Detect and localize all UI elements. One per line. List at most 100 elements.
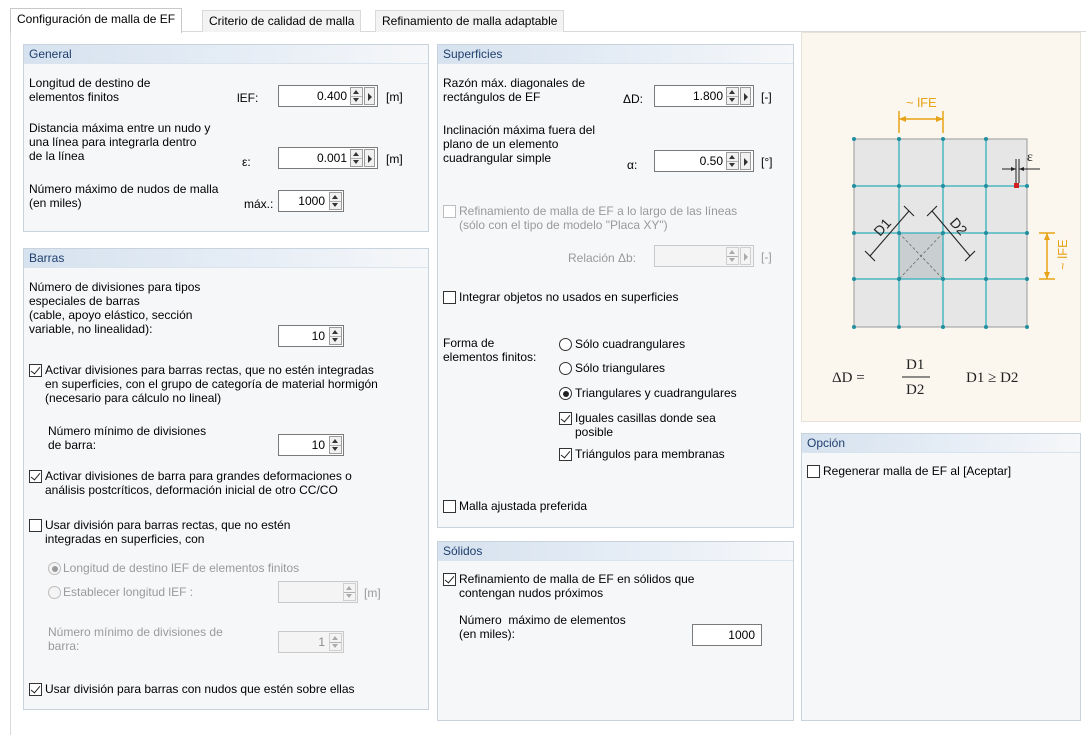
lfe-top-dimension — [898, 111, 944, 133]
max-distance-spinner[interactable]: 0.001 — [278, 147, 378, 169]
special-divisions-spinner[interactable]: 10 — [278, 325, 344, 347]
max-elements-input[interactable]: 1000 — [692, 624, 762, 646]
spin-updown-button[interactable] — [343, 583, 356, 601]
barras-title: Barras — [24, 249, 428, 268]
barras-group: Barras Número de divisiones para tipos e… — [23, 248, 429, 710]
shape-tri-radio[interactable] — [559, 362, 572, 375]
spin-updown-button[interactable] — [329, 633, 342, 651]
spin-arrow-button[interactable] — [740, 152, 751, 170]
regenerate-label: Regenerar malla de EF al [Aceptar] — [823, 464, 1012, 478]
max-nodes-symbol: máx.: — [244, 197, 274, 211]
target-length-value: 0.400 — [316, 89, 347, 103]
spin-updown-button[interactable] — [329, 192, 342, 210]
symbol-text: lEF: — [237, 91, 259, 105]
inclination-label: Inclinación máxima fuera del plano de un… — [443, 123, 596, 165]
shape-tri-label: Sólo triangulares — [575, 361, 666, 375]
tab-mesh-configuration[interactable]: Configuración de malla de EF — [10, 8, 183, 33]
set-length-radio-label: Establecer longitud lEF : — [63, 585, 194, 599]
triangles-membranes-checkbox[interactable] — [559, 448, 572, 461]
target-length-label: Longitud de destino de elementos finitos — [29, 76, 151, 104]
min-div-bar-value: 1 — [318, 635, 325, 649]
use-division-checkbox[interactable] — [29, 519, 42, 532]
inclination-value: 0.50 — [699, 154, 723, 168]
opcion-title: Opción — [802, 434, 1080, 453]
tab-adaptive-refinement[interactable]: Refinamiento de malla adaptable — [375, 10, 565, 32]
mesh-diagram-svg: ~ lFE ~ lFE ε D1 D2 ΔD = D1 D2 D1 ≥ D2 — [832, 95, 1070, 398]
large-deformation-checkbox[interactable] — [29, 470, 42, 483]
set-length-radio[interactable] — [48, 586, 61, 599]
tab-bar: Configuración de malla de EF Criterio de… — [10, 8, 1086, 33]
refine-lines-label: Refinamiento de malla de EF a lo largo d… — [459, 204, 738, 232]
diag-ratio-spinner[interactable]: 1.800 — [654, 85, 754, 107]
spin-arrow-button[interactable] — [740, 247, 751, 265]
spin-updown-button[interactable] — [329, 327, 342, 345]
integrate-unused-checkbox[interactable] — [443, 291, 456, 304]
equal-cells-label: Iguales casillas donde sea posible — [575, 411, 716, 439]
nodes-on-bars-label: Usar división para barras con nudos que … — [45, 682, 355, 696]
max-elements-label: Número máximo de elementos (en miles): — [459, 613, 626, 641]
spin-updown-button[interactable] — [350, 149, 363, 167]
refine-solids-label: Refinamiento de malla de EF en sólidos q… — [459, 572, 695, 600]
min-div-bar-spinner[interactable]: 1 — [278, 631, 344, 653]
spin-updown-button[interactable] — [726, 152, 739, 170]
tab-mesh-quality[interactable]: Criterio de calidad de malla — [202, 10, 362, 32]
spin-updown-button[interactable] — [726, 247, 739, 265]
integrate-unused-label: Integrar objetos no usados en superficie… — [459, 290, 679, 304]
spin-arrow-button[interactable] — [740, 87, 751, 105]
diag-ratio-symbol: ΔD: — [623, 92, 644, 106]
tab-label: Criterio de calidad de malla — [209, 14, 355, 28]
tab-label: Configuración de malla de EF — [17, 12, 176, 26]
equal-cells-checkbox[interactable] — [559, 412, 572, 425]
superficies-title: Superficies — [438, 45, 793, 64]
target-length-radio[interactable] — [48, 562, 61, 575]
epsilon-text: ε — [1027, 150, 1033, 165]
target-length-spinner[interactable]: 0.400 — [278, 85, 378, 107]
red-node — [1014, 183, 1019, 188]
target-length-radio-label: Longitud de destino lEF de elementos fin… — [63, 561, 300, 575]
max-nodes-value: 1000 — [298, 194, 325, 208]
opcion-group: Opción Regenerar malla de EF al [Aceptar… — [801, 433, 1081, 721]
lfe-side-text: ~ lFE — [1055, 239, 1070, 270]
diag-ratio-label: Razón máx. diagonales de rectángulos de … — [443, 76, 586, 104]
max-distance-unit: [m] — [386, 152, 403, 166]
refine-lines-checkbox[interactable] — [443, 205, 456, 218]
inclination-unit: [°] — [761, 155, 773, 169]
regenerate-checkbox[interactable] — [807, 465, 820, 478]
spin-updown-button[interactable] — [350, 87, 363, 105]
shape-both-radio[interactable] — [559, 387, 572, 400]
diag-ratio-value: 1.800 — [692, 89, 723, 103]
mesh-diagram: ~ lFE ~ lFE ε D1 D2 ΔD = D1 D2 D1 ≥ D2 — [801, 32, 1081, 422]
inclination-spinner[interactable]: 0.50 — [654, 150, 754, 172]
shape-quad-radio[interactable] — [559, 338, 572, 351]
triangles-membranes-label: Triángulos para membranas — [575, 447, 725, 461]
special-divisions-value: 10 — [311, 329, 325, 343]
max-distance-label: Distancia máxima entre un nudo y una lín… — [29, 121, 211, 163]
lfe-top-text: ~ lFE — [906, 95, 937, 110]
relation-spinner[interactable] — [654, 245, 754, 267]
spin-arrow-button[interactable] — [364, 149, 375, 167]
shape-quad-label: Sólo cuadrangulares — [575, 337, 686, 351]
relation-unit: [-] — [761, 250, 772, 264]
max-distance-value: 0.001 — [316, 151, 347, 165]
nodes-on-bars-checkbox[interactable] — [29, 683, 42, 696]
spin-arrow-button[interactable] — [364, 87, 375, 105]
activate-straight-checkbox[interactable] — [29, 364, 42, 377]
refine-solids-checkbox[interactable] — [443, 573, 456, 586]
min-divisions-value: 10 — [311, 438, 325, 452]
min-divisions-label: Número mínimo de divisiones de barra: — [48, 424, 207, 452]
target-length-unit: [m] — [386, 90, 403, 104]
spin-updown-button[interactable] — [726, 87, 739, 105]
spin-updown-button[interactable] — [329, 436, 342, 454]
shape-label: Forma de elementos finitos: — [443, 336, 537, 364]
min-divisions-spinner[interactable]: 10 — [278, 434, 344, 456]
large-deformation-label: Activar divisiones de barra para grandes… — [45, 469, 352, 497]
adjusted-mesh-label: Malla ajustada preferida — [459, 499, 588, 513]
adjusted-mesh-checkbox[interactable] — [443, 500, 456, 513]
special-divisions-label: Número de divisiones para tipos especial… — [29, 280, 201, 336]
set-length-spinner[interactable] — [278, 581, 358, 603]
max-distance-symbol: ε: — [242, 155, 251, 169]
formula-numerator: D1 — [906, 357, 924, 373]
max-nodes-spinner[interactable]: 1000 — [278, 190, 344, 212]
formula-lhs: ΔD = — [832, 370, 865, 386]
solidos-group: Sólidos Refinamiento de malla de EF en s… — [437, 541, 794, 721]
